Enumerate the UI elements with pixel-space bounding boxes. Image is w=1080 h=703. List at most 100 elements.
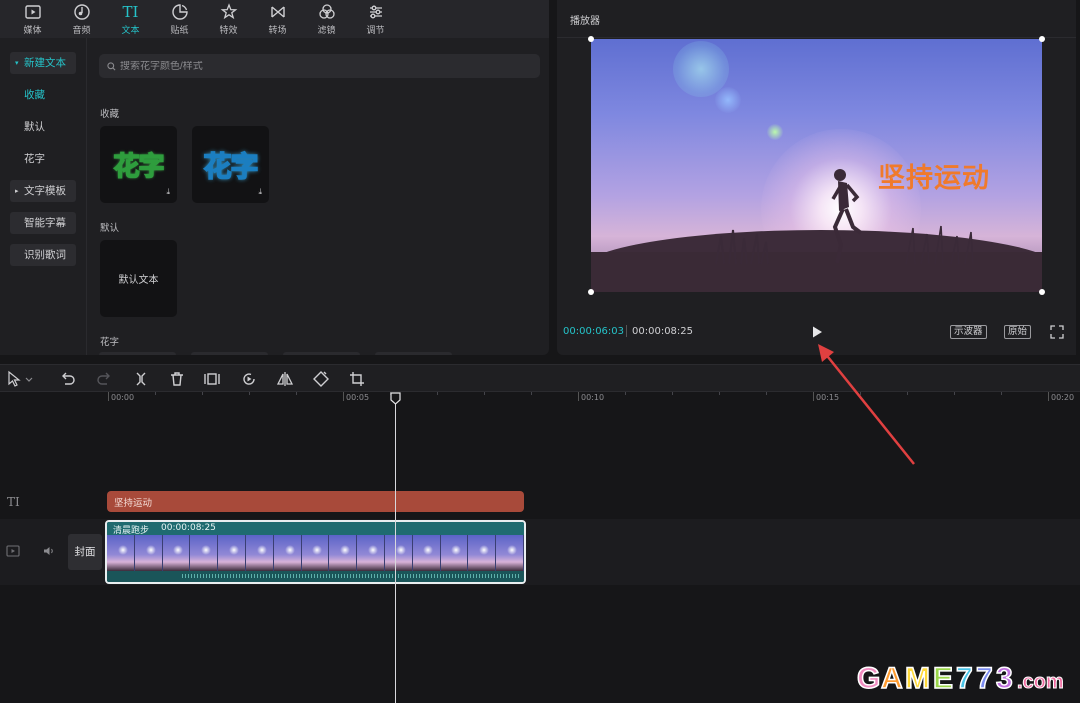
- tick-label: 00:00: [111, 393, 135, 402]
- text-track-icon: TI: [7, 495, 20, 509]
- tab-transition[interactable]: 转场: [253, 0, 302, 38]
- sidebar-item-text-template[interactable]: ▸ 文字模板: [10, 180, 76, 202]
- fancy-card-partial[interactable]: [191, 352, 268, 355]
- thumbnail-frame: [107, 535, 135, 571]
- fancy-card-partial[interactable]: [283, 352, 360, 355]
- minor-tick: [1001, 392, 1002, 395]
- playhead-line[interactable]: [395, 398, 396, 703]
- tick-label: 00:20: [1051, 393, 1075, 402]
- section-title-default: 默认: [100, 223, 120, 234]
- minor-tick: [155, 392, 156, 395]
- tick-label: 00:10: [581, 393, 605, 402]
- tab-filter[interactable]: 滤镜: [302, 0, 351, 38]
- grass-silhouette: [715, 229, 769, 264]
- clip-duration: 00:00:08:25: [161, 523, 216, 533]
- select-cursor-icon[interactable]: [6, 370, 36, 388]
- search-box[interactable]: [99, 54, 540, 78]
- sidebar-item-default[interactable]: 默认: [10, 116, 76, 138]
- svg-text:7: 7: [976, 662, 993, 694]
- playhead-handle[interactable]: [390, 392, 401, 405]
- thumbnail-frame: [384, 535, 413, 571]
- major-tick: [813, 392, 814, 401]
- default-text-label: 默认文本: [118, 275, 159, 286]
- sidebar-item-smart-subtitle[interactable]: 智能字幕: [10, 212, 76, 234]
- video-preview[interactable]: 坚持运动: [591, 39, 1042, 292]
- delete-icon[interactable]: [168, 370, 186, 388]
- sidebar-item-fancy[interactable]: 花字: [10, 148, 76, 170]
- play-icon[interactable]: [809, 324, 825, 340]
- tab-transition-label: 转场: [268, 25, 287, 36]
- minor-tick: [531, 392, 532, 395]
- thumbnail-frame: [440, 535, 469, 571]
- sidebar-item-text-template-label: 文字模板: [24, 185, 66, 197]
- thumbnail-frame: [357, 535, 385, 571]
- sidebar-item-favorites[interactable]: 收藏: [10, 84, 76, 106]
- sidebar-item-smart-subtitle-label: 智能字幕: [24, 217, 66, 229]
- media-icon: [24, 4, 41, 19]
- download-icon[interactable]: ⤓: [258, 187, 262, 197]
- fancy-card-partial[interactable]: [99, 352, 176, 355]
- overlay-text[interactable]: 坚持运动: [878, 156, 990, 195]
- thumbnail-frame: [218, 535, 246, 571]
- resize-handle-bottom-right[interactable]: [1039, 289, 1045, 295]
- tab-audio[interactable]: 音频: [57, 0, 106, 38]
- thumbnail-frame: [190, 535, 219, 571]
- tab-sticker[interactable]: 贴纸: [155, 0, 204, 38]
- svg-text:3: 3: [996, 662, 1013, 694]
- text-library: 收藏 花字 ⤓ 花字 ⤓ 默认 默认文本 花字: [86, 38, 549, 355]
- thumbnail-frame: [329, 535, 358, 571]
- resize-handle-bottom-left[interactable]: [588, 289, 594, 295]
- sidebar-item-recognize-lyrics[interactable]: 识别歌词: [10, 244, 76, 266]
- fancy-text-card-green[interactable]: 花字 ⤓: [100, 126, 177, 203]
- minor-tick: [907, 392, 908, 395]
- tab-text[interactable]: TI 文本: [106, 0, 155, 38]
- original-ratio-button[interactable]: 原始: [1004, 325, 1032, 339]
- download-icon[interactable]: ⤓: [166, 187, 170, 197]
- tab-effects[interactable]: 特效: [204, 0, 253, 38]
- waveform-bars: [182, 574, 520, 578]
- split-icon[interactable]: [132, 370, 150, 388]
- minor-tick: [625, 392, 626, 395]
- thumbnail-frame: [496, 535, 524, 571]
- video-track-icon[interactable]: [6, 545, 20, 557]
- crop-icon[interactable]: [348, 370, 366, 388]
- thumbnail-frame: [134, 535, 163, 571]
- resize-handle-top-right[interactable]: [1039, 36, 1045, 42]
- undo-icon[interactable]: [59, 370, 77, 388]
- resize-handle-top-left[interactable]: [588, 36, 594, 42]
- reverse-icon[interactable]: [240, 370, 258, 388]
- rotate-icon[interactable]: [312, 370, 330, 388]
- fancy-text-preview: 花字: [113, 151, 166, 183]
- waveform-button[interactable]: 示波器: [950, 325, 987, 339]
- cover-button[interactable]: 封面: [68, 534, 102, 570]
- caret-right-icon: ▸: [15, 187, 19, 195]
- tab-effects-label: 特效: [219, 25, 238, 36]
- tab-media[interactable]: 媒体: [8, 0, 57, 38]
- thumbnail-frame: [412, 535, 441, 571]
- search-input[interactable]: [120, 60, 520, 72]
- fancy-card-partial[interactable]: [375, 352, 452, 355]
- tab-adjust[interactable]: 调节: [351, 0, 400, 38]
- speaker-icon[interactable]: [42, 545, 56, 557]
- thumbnail-frame: [468, 535, 497, 571]
- text-clip[interactable]: 坚持运动: [107, 491, 524, 512]
- player-title: 播放器: [570, 16, 600, 27]
- redo-icon[interactable]: [95, 370, 113, 388]
- freeze-frame-icon[interactable]: [203, 370, 221, 388]
- audio-icon: [73, 3, 90, 20]
- sidebar-item-favorites-label: 收藏: [24, 89, 45, 101]
- fancy-text-card-blue[interactable]: 花字 ⤓: [192, 126, 269, 203]
- lens-flare: [715, 87, 741, 113]
- time-ruler[interactable]: 00:00 00:05 00:10 00:15 00:20: [0, 392, 1080, 406]
- video-clip[interactable]: 清晨跑步 00:00:08:25: [105, 520, 526, 584]
- tab-sticker-label: 贴纸: [170, 25, 189, 36]
- sidebar-item-new-text[interactable]: ▾ 新建文本: [10, 52, 76, 74]
- default-text-card[interactable]: 默认文本: [100, 240, 177, 317]
- sticker-icon: [171, 3, 188, 20]
- mirror-icon[interactable]: [276, 370, 294, 388]
- svg-text:G: G: [857, 662, 880, 694]
- minor-tick: [766, 392, 767, 395]
- sidebar-item-new-text-label: 新建文本: [24, 57, 66, 69]
- fullscreen-icon[interactable]: [1050, 325, 1064, 339]
- major-tick: [1048, 392, 1049, 401]
